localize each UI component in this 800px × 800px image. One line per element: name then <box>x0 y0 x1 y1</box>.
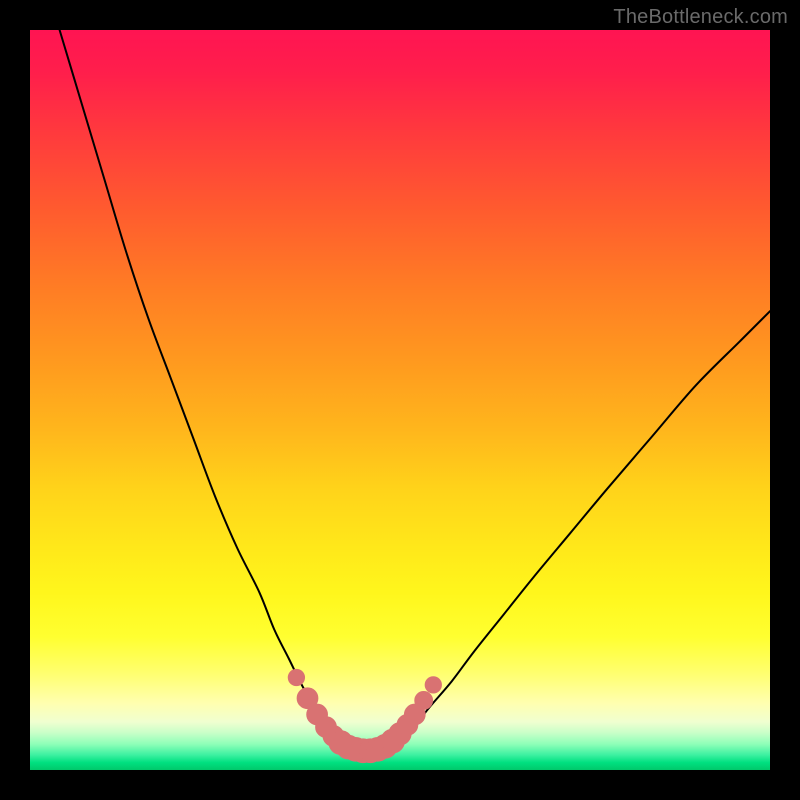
watermark-text: TheBottleneck.com <box>613 6 788 29</box>
data-marker <box>288 669 304 685</box>
chart-frame: TheBottleneck.com <box>0 0 800 800</box>
marker-group <box>288 669 441 762</box>
data-marker <box>425 677 441 693</box>
bottleneck-curve <box>60 30 770 751</box>
chart-svg <box>30 30 770 770</box>
data-marker <box>415 692 433 710</box>
plot-area <box>30 30 770 770</box>
